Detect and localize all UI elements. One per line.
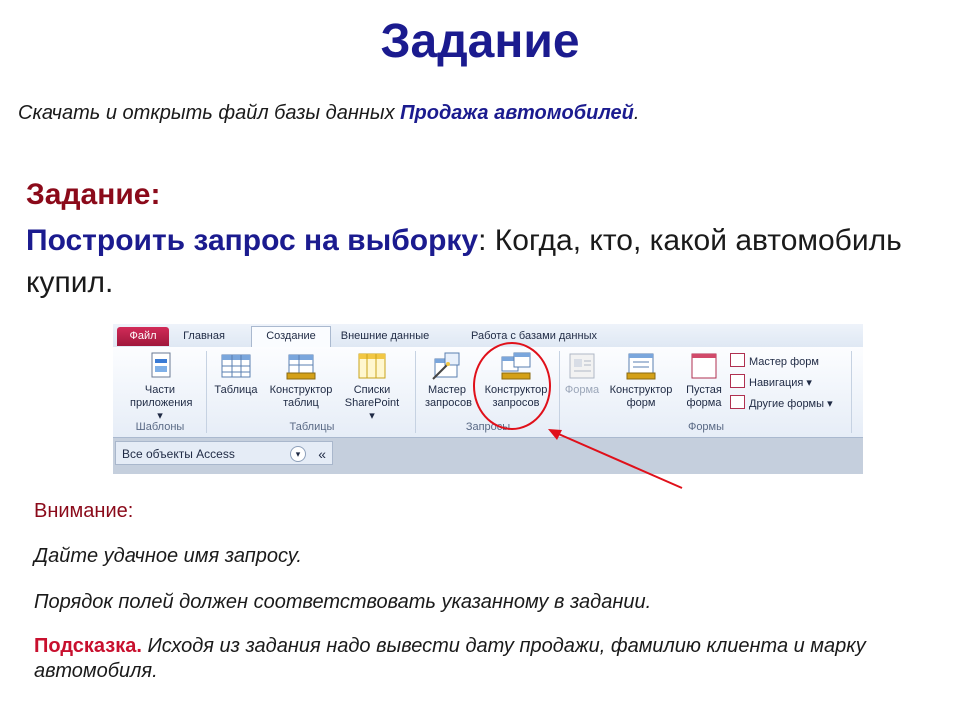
hint-label: Подсказка.	[34, 635, 142, 657]
attention-title: Внимание:	[34, 500, 134, 522]
attention-line-2: Порядок полей должен соответствовать ука…	[34, 591, 652, 613]
hint-paragraph: Подсказка. Исходя из задания надо вывест…	[34, 635, 866, 682]
attention-line-1: Дайте удачное имя запросу.	[34, 545, 302, 567]
